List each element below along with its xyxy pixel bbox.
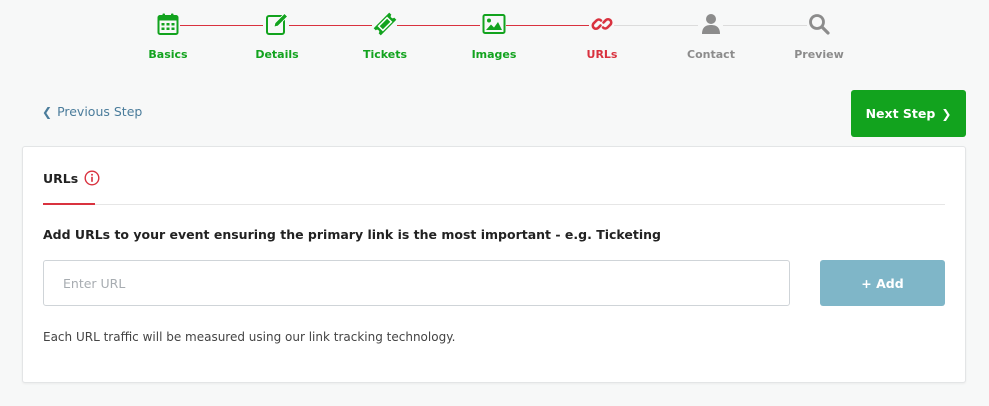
user-icon — [699, 12, 723, 36]
step-label: Tickets — [362, 48, 408, 61]
ticket-icon — [373, 12, 397, 36]
chevron-left-icon: ❮ — [42, 104, 53, 119]
step-tickets[interactable]: Tickets — [340, 12, 430, 61]
step-label: Details — [255, 48, 299, 61]
step-label: Images — [471, 48, 517, 61]
tab-divider — [43, 204, 945, 205]
step-label: Contact — [687, 48, 735, 61]
step-label: URLs — [586, 48, 618, 61]
tab-urls[interactable]: URLs — [43, 170, 100, 186]
chevron-right-icon: ❯ — [941, 106, 952, 121]
step-basics[interactable]: Basics — [123, 12, 213, 61]
url-input[interactable] — [43, 260, 790, 306]
urls-card: URLs Add URLs to your event ensuring the… — [22, 146, 966, 383]
next-step-button[interactable]: Next Step ❯ — [851, 90, 966, 137]
next-step-label: Next Step — [865, 106, 936, 121]
info-icon[interactable] — [84, 170, 100, 186]
urls-description: Add URLs to your event ensuring the prim… — [43, 227, 661, 242]
add-url-button[interactable]: + Add — [820, 260, 945, 306]
previous-step-label: Previous Step — [57, 104, 143, 119]
step-images[interactable]: Images — [449, 12, 539, 61]
step-urls[interactable]: URLs — [557, 12, 647, 61]
tab-urls-label: URLs — [43, 170, 79, 186]
active-tab-indicator — [43, 203, 95, 205]
previous-step-link[interactable]: ❮ Previous Step — [42, 104, 142, 119]
step-preview[interactable]: Preview — [774, 12, 864, 61]
step-details[interactable]: Details — [232, 12, 322, 61]
step-label: Basics — [148, 48, 188, 61]
progress-stepper: Basics Details Tickets Images URLs Conta… — [0, 0, 989, 80]
tracking-note: Each URL traffic will be measured using … — [43, 330, 456, 344]
calendar-icon — [156, 12, 180, 36]
link-icon — [590, 12, 614, 36]
image-icon — [482, 12, 506, 36]
edit-icon — [265, 12, 289, 36]
search-icon — [807, 12, 831, 36]
step-label: Preview — [794, 48, 844, 61]
step-contact[interactable]: Contact — [666, 12, 756, 61]
